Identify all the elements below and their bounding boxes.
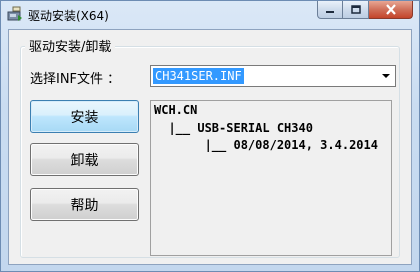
group-title: 驱动安装/卸载 xyxy=(25,36,116,55)
inf-file-value: CH341SER.INF xyxy=(153,68,244,84)
minimize-icon xyxy=(325,0,335,19)
install-button[interactable]: 安装 xyxy=(30,100,139,133)
maximize-button[interactable] xyxy=(343,1,369,19)
help-button[interactable]: 帮助 xyxy=(30,188,139,221)
inf-file-label: 选择INF文件 ： xyxy=(30,72,121,87)
maximize-icon xyxy=(350,0,361,19)
window-title: 驱动安装(X64) xyxy=(28,9,109,23)
version-text: |__ 08/08/2014, 3.4.2014 xyxy=(154,138,378,152)
app-window: 驱动安装(X64) 驱动安装/卸载 选择INF文件 ： CH341SER.INF… xyxy=(0,0,420,272)
vendor-text: WCH.CN xyxy=(154,103,198,117)
dialog-body: 驱动安装/卸载 选择INF文件 ： CH341SER.INF 安装 卸载 帮助 … xyxy=(8,29,412,265)
driver-install-icon xyxy=(7,6,23,22)
caption-buttons xyxy=(317,1,413,20)
chevron-down-icon[interactable] xyxy=(379,68,393,84)
close-button[interactable] xyxy=(369,1,413,19)
device-text: |__ USB-SERIAL CH340 xyxy=(154,121,313,135)
inf-file-select[interactable]: CH341SER.INF xyxy=(150,65,396,87)
driver-info-panel: WCH.CN |__ USB-SERIAL CH340 |__ 08/08/20… xyxy=(150,100,392,256)
uninstall-button[interactable]: 卸载 xyxy=(30,143,139,176)
minimize-button[interactable] xyxy=(317,1,343,19)
title-bar[interactable]: 驱动安装(X64) xyxy=(1,1,419,28)
close-icon xyxy=(385,0,397,19)
